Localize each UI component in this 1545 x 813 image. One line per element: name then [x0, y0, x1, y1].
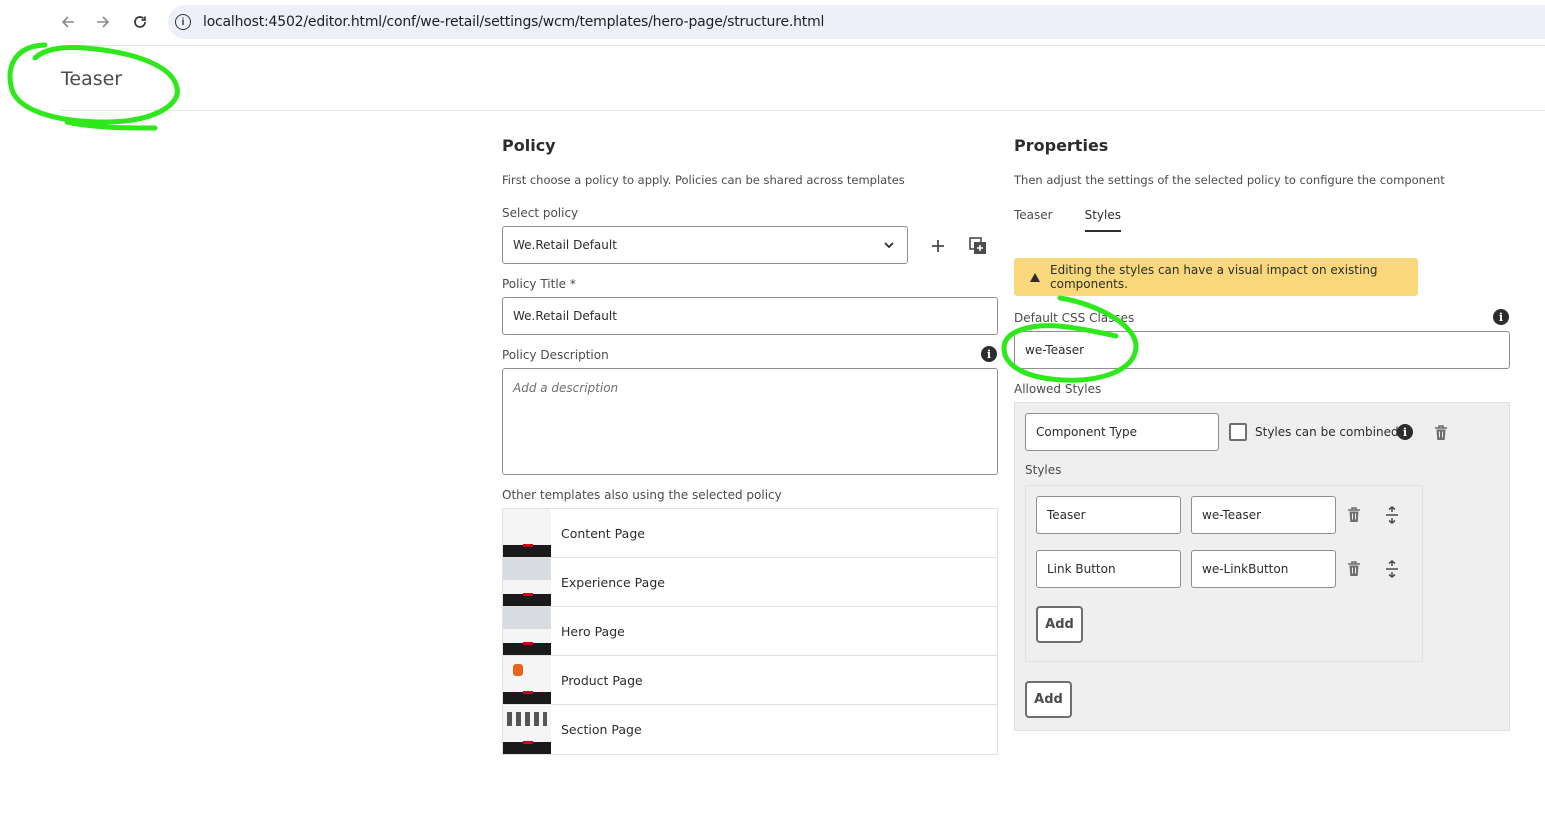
- add-policy-button[interactable]: [926, 234, 950, 258]
- template-item[interactable]: Product Page: [503, 656, 997, 705]
- add-style-group-button[interactable]: Add: [1025, 681, 1072, 718]
- properties-heading: Properties: [1014, 136, 1109, 155]
- delete-group-button[interactable]: [1429, 421, 1453, 445]
- warning-alert: Editing the styles can have a visual imp…: [1014, 258, 1418, 296]
- alert-text: Editing the styles can have a visual imp…: [1050, 263, 1378, 291]
- dialog-title: Teaser: [61, 68, 123, 90]
- style-class-input[interactable]: we-LinkButton: [1191, 550, 1336, 588]
- properties-column: Properties Then adjust the settings of t…: [1014, 136, 1510, 731]
- template-item[interactable]: Experience Page: [503, 558, 997, 607]
- styles-combined-label: Styles can be combined: [1255, 425, 1399, 439]
- select-policy-value: We.Retail Default: [513, 238, 617, 252]
- style-group-name-value: Component Type: [1036, 425, 1138, 439]
- policy-description-label: Policy Description: [502, 348, 609, 362]
- info-icon[interactable]: i: [1493, 309, 1509, 325]
- drag-handle-icon[interactable]: [1380, 503, 1404, 527]
- template-item[interactable]: Content Page: [503, 509, 997, 558]
- policy-heading: Policy: [502, 136, 556, 155]
- template-label: Content Page: [561, 525, 645, 541]
- policy-title-input[interactable]: We.Retail Default: [502, 297, 998, 335]
- chevron-down-icon: [883, 239, 895, 254]
- policy-title-value: We.Retail Default: [513, 309, 617, 323]
- template-label: Hero Page: [561, 623, 625, 639]
- default-css-value: we-Teaser: [1025, 343, 1085, 357]
- other-templates-label: Other templates also using the selected …: [502, 488, 782, 502]
- plus-icon: [932, 240, 944, 252]
- template-thumbnail: [503, 656, 551, 704]
- style-group-name-input[interactable]: Component Type: [1025, 413, 1219, 451]
- style-name-input[interactable]: Link Button: [1036, 550, 1181, 588]
- info-icon[interactable]: i: [981, 346, 997, 362]
- arrow-left-icon[interactable]: [56, 10, 80, 34]
- default-css-label: Default CSS Classes: [1014, 311, 1135, 325]
- url-text: localhost:4502/editor.html/conf/we-retai…: [203, 14, 825, 30]
- style-name-value: Link Button: [1047, 562, 1116, 576]
- template-thumbnail: [503, 509, 551, 557]
- styles-combined-checkbox[interactable]: [1229, 423, 1247, 441]
- browser-toolbar: i localhost:4502/editor.html/conf/we-ret…: [0, 0, 1545, 44]
- trash-icon: [1348, 507, 1360, 522]
- template-label: Product Page: [561, 672, 643, 688]
- template-thumbnail: [503, 558, 551, 606]
- reload-icon[interactable]: [128, 10, 152, 34]
- styles-list-panel: Teaser we-Teaser Link Button we-LinkButt…: [1025, 485, 1423, 662]
- add-style-button[interactable]: Add: [1036, 606, 1083, 643]
- properties-description-text: Then adjust the settings of the selected…: [1014, 173, 1445, 187]
- policy-column: Policy First choose a policy to apply. P…: [502, 136, 998, 755]
- template-item[interactable]: Section Page: [503, 705, 997, 754]
- drag-handle-icon[interactable]: [1380, 557, 1404, 581]
- address-bar[interactable]: i localhost:4502/editor.html/conf/we-ret…: [168, 5, 1545, 39]
- other-templates-list: Content Page Experience Page Hero Page P…: [502, 508, 998, 755]
- properties-tabs: Teaser Styles: [1014, 208, 1153, 232]
- delete-style-button[interactable]: [1342, 503, 1366, 527]
- delete-style-button[interactable]: [1342, 557, 1366, 581]
- policy-description-text: First choose a policy to apply. Policies…: [502, 173, 905, 187]
- template-label: Section Page: [561, 722, 642, 737]
- policy-description-placeholder: Add a description: [513, 381, 619, 395]
- template-thumbnail: [503, 705, 551, 754]
- style-name-input[interactable]: Teaser: [1036, 496, 1181, 534]
- style-name-value: Teaser: [1047, 508, 1086, 522]
- divider: [60, 45, 1545, 46]
- template-item[interactable]: Hero Page: [503, 607, 997, 656]
- policy-description-textarea[interactable]: Add a description: [502, 368, 998, 475]
- template-label: Experience Page: [561, 574, 665, 590]
- header-divider: [60, 110, 1545, 111]
- template-thumbnail: [503, 607, 551, 655]
- select-policy-label: Select policy: [502, 206, 579, 220]
- policy-title-label: Policy Title *: [502, 277, 576, 291]
- site-info-icon[interactable]: i: [175, 14, 191, 30]
- tab-teaser[interactable]: Teaser: [1014, 208, 1053, 232]
- style-class-input[interactable]: we-Teaser: [1191, 496, 1336, 534]
- tab-styles[interactable]: Styles: [1084, 208, 1122, 232]
- alert-icon: [1030, 272, 1040, 282]
- style-class-value: we-LinkButton: [1202, 562, 1289, 576]
- select-policy-dropdown[interactable]: We.Retail Default: [502, 226, 908, 264]
- allowed-styles-panel: Component Type Styles can be combined i …: [1014, 402, 1510, 731]
- trash-icon: [1348, 561, 1360, 576]
- styles-label: Styles: [1025, 463, 1062, 477]
- arrow-right-icon[interactable]: [91, 10, 115, 34]
- trash-icon: [1435, 425, 1447, 440]
- duplicate-icon: [969, 237, 986, 254]
- info-icon[interactable]: i: [1397, 424, 1413, 440]
- default-css-input[interactable]: we-Teaser: [1014, 331, 1510, 369]
- style-class-value: we-Teaser: [1202, 508, 1262, 522]
- duplicate-policy-button[interactable]: [966, 234, 990, 258]
- allowed-styles-label: Allowed Styles: [1014, 382, 1102, 396]
